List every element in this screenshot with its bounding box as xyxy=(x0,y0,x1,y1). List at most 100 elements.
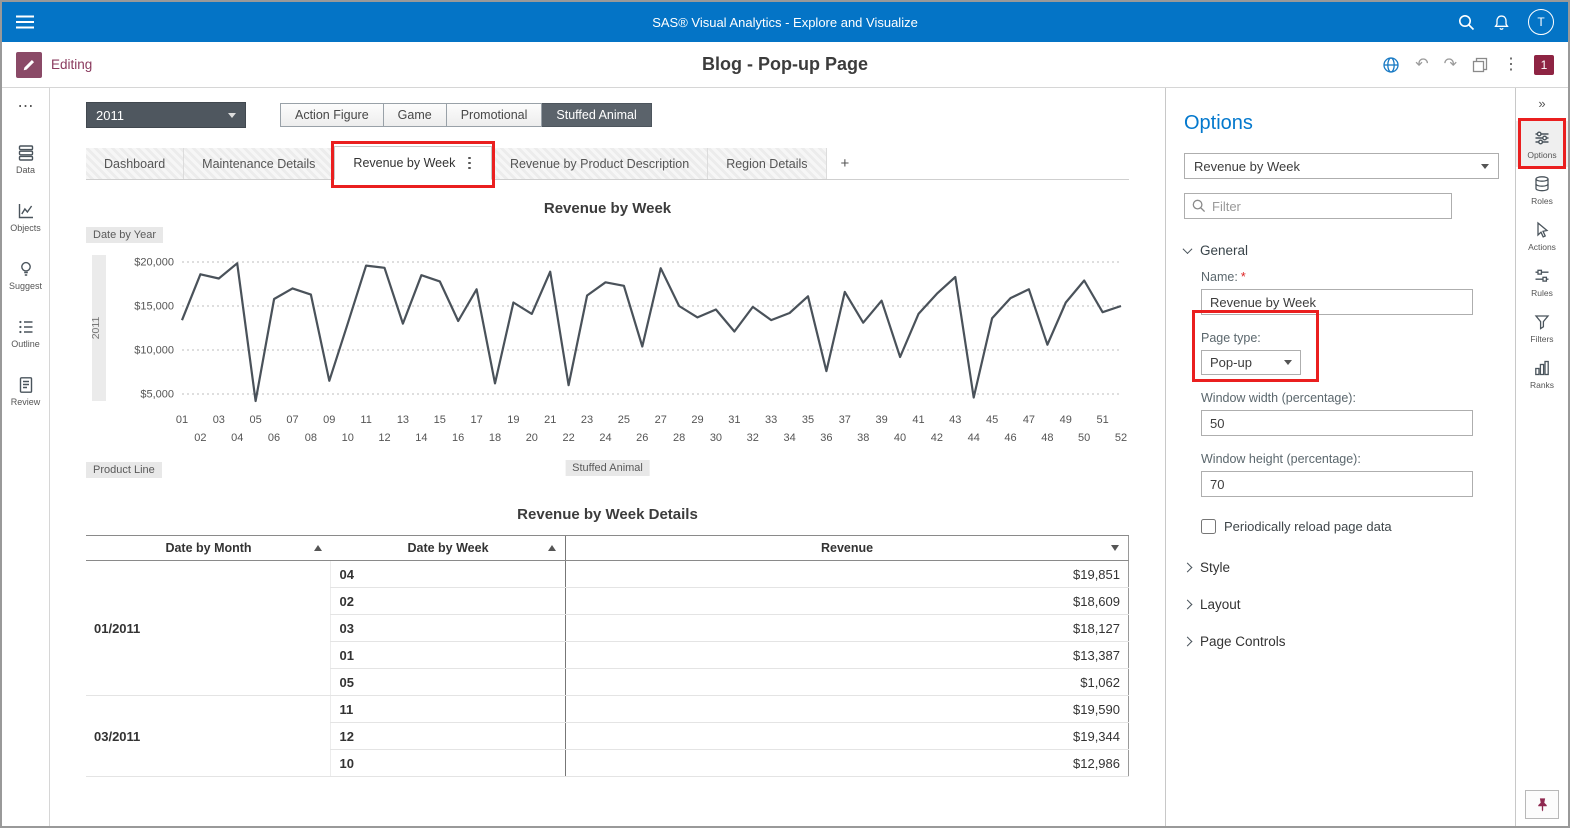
category-button-stuffed-animal[interactable]: Stuffed Animal xyxy=(542,103,651,127)
window-height-input[interactable] xyxy=(1201,471,1473,497)
name-input[interactable] xyxy=(1201,289,1473,315)
undo-icon[interactable]: ↶ xyxy=(1415,57,1428,73)
product-line-button-bar: Action FigureGamePromotionalStuffed Anim… xyxy=(280,103,652,127)
category-button-action-figure[interactable]: Action Figure xyxy=(280,103,384,127)
app-window: SAS® Visual Analytics - Explore and Visu… xyxy=(0,0,1570,828)
rail-item-label: Filters xyxy=(1530,334,1553,344)
week-cell: 01 xyxy=(331,642,566,669)
copy-page-icon[interactable] xyxy=(1472,57,1488,73)
year-dropdown[interactable]: 2011 xyxy=(86,102,246,128)
data-icon xyxy=(17,144,35,162)
window-height-label: Window height (percentage): xyxy=(1201,452,1499,466)
svg-text:28: 28 xyxy=(673,432,685,444)
svg-text:37: 37 xyxy=(839,414,851,426)
page-type-dropdown[interactable]: Pop-up xyxy=(1201,350,1301,375)
svg-text:30: 30 xyxy=(710,432,722,444)
tab-region-details[interactable]: Region Details xyxy=(708,148,826,179)
revenue-chart-object[interactable]: Revenue by Week Date by Year 2011$5,000$… xyxy=(86,200,1129,480)
sidebar-item-label: Outline xyxy=(11,339,40,349)
filter-input[interactable] xyxy=(1212,199,1444,214)
svg-text:16: 16 xyxy=(452,432,464,444)
sort-descending-icon xyxy=(1111,545,1119,551)
svg-text:27: 27 xyxy=(655,414,667,426)
tab-revenue-by-product-description[interactable]: Revenue by Product Description xyxy=(492,148,708,179)
page-type-label: Page type: xyxy=(1201,331,1301,345)
svg-text:08: 08 xyxy=(305,432,317,444)
rail-item-actions[interactable]: Actions xyxy=(1516,213,1568,259)
tab-label: Revenue by Product Description xyxy=(510,157,689,171)
rail-item-rules[interactable]: Rules xyxy=(1516,259,1568,305)
revenue-table-object[interactable]: Revenue by Week Details Date by MonthDat… xyxy=(86,506,1129,777)
sidebar-item-review[interactable]: Review xyxy=(9,362,42,420)
options-filter-box xyxy=(1184,193,1452,219)
svg-text:13: 13 xyxy=(397,414,409,426)
sidebar-item-label: Data xyxy=(16,165,35,175)
section-layout[interactable]: Layout xyxy=(1184,597,1499,612)
revenue-line-chart[interactable]: 2011$5,000$10,000$15,000$20,000010203040… xyxy=(86,243,1129,453)
section-page-controls[interactable]: Page Controls xyxy=(1184,634,1499,649)
sidebar-item-label: Suggest xyxy=(9,281,42,291)
svg-text:05: 05 xyxy=(250,414,262,426)
tab-label: Maintenance Details xyxy=(202,157,315,171)
category-button-promotional[interactable]: Promotional xyxy=(447,103,543,127)
svg-text:19: 19 xyxy=(507,414,519,426)
svg-text:11: 11 xyxy=(360,414,371,426)
tab-label: Dashboard xyxy=(104,157,165,171)
week-cell: 12 xyxy=(331,723,566,750)
user-avatar[interactable]: T xyxy=(1528,9,1554,35)
svg-text:17: 17 xyxy=(470,414,482,426)
object-selector-dropdown[interactable]: Revenue by Week xyxy=(1184,153,1499,179)
collapse-panel-icon[interactable]: » xyxy=(1538,96,1545,111)
category-button-game[interactable]: Game xyxy=(384,103,447,127)
sidebar-item-data[interactable]: Data xyxy=(9,130,42,188)
svg-text:34: 34 xyxy=(783,432,795,444)
review-icon xyxy=(17,376,35,394)
week-cell: 02 xyxy=(331,588,566,615)
svg-text:32: 32 xyxy=(747,432,759,444)
revenue-cell: $19,851 xyxy=(566,561,1129,588)
pin-panel-button[interactable] xyxy=(1525,790,1559,819)
column-header-revenue[interactable]: Revenue xyxy=(566,536,1129,561)
rail-item-filters[interactable]: Filters xyxy=(1516,305,1568,351)
chevron-down-icon xyxy=(1481,164,1489,169)
sidebar-item-outline[interactable]: Outline xyxy=(9,304,42,362)
section-style[interactable]: Style xyxy=(1184,560,1499,575)
notifications-bell-icon[interactable] xyxy=(1493,14,1510,31)
redo-icon[interactable]: ↷ xyxy=(1444,57,1457,73)
window-width-label: Window width (percentage): xyxy=(1201,391,1499,405)
column-header-date-by-month[interactable]: Date by Month xyxy=(86,536,331,561)
svg-text:52: 52 xyxy=(1115,432,1127,444)
alert-count-badge[interactable]: 1 xyxy=(1534,55,1554,75)
tab-menu-icon[interactable] xyxy=(466,155,473,172)
week-cell: 11 xyxy=(331,696,566,723)
tab-maintenance-details[interactable]: Maintenance Details xyxy=(184,148,334,179)
sort-ascending-icon xyxy=(548,545,556,551)
svg-text:41: 41 xyxy=(912,414,924,426)
window-width-input[interactable] xyxy=(1201,410,1473,436)
search-icon[interactable] xyxy=(1458,14,1475,31)
date-by-year-badge: Date by Year xyxy=(86,227,163,243)
suggest-icon xyxy=(17,260,35,278)
outline-icon xyxy=(17,318,35,336)
svg-text:25: 25 xyxy=(618,414,630,426)
globe-share-icon[interactable] xyxy=(1382,56,1400,74)
svg-text:50: 50 xyxy=(1078,432,1090,444)
tab-revenue-by-week[interactable]: Revenue by Week xyxy=(334,146,492,180)
svg-text:06: 06 xyxy=(268,432,280,444)
rail-item-ranks[interactable]: Ranks xyxy=(1516,351,1568,397)
column-header-date-by-week[interactable]: Date by Week xyxy=(331,536,566,561)
sidebar-item-objects[interactable]: Objects xyxy=(9,188,42,246)
sidebar-item-suggest[interactable]: Suggest xyxy=(9,246,42,304)
reload-checkbox-row: Periodically reload page data xyxy=(1201,519,1499,534)
reload-checkbox[interactable] xyxy=(1201,519,1216,534)
rail-item-roles[interactable]: Roles xyxy=(1516,167,1568,213)
chevron-down-icon xyxy=(1183,244,1193,254)
more-options-kebab-icon[interactable]: ⋮ xyxy=(1503,57,1519,73)
sidebar-more-icon[interactable]: ⋯ xyxy=(18,96,34,116)
tab-dashboard[interactable]: Dashboard xyxy=(86,148,184,179)
week-cell: 10 xyxy=(331,750,566,777)
svg-text:35: 35 xyxy=(802,414,814,426)
rail-item-options[interactable]: Options xyxy=(1516,121,1568,167)
add-page-tab-button[interactable]: + xyxy=(827,148,864,179)
section-general[interactable]: General xyxy=(1184,243,1499,258)
